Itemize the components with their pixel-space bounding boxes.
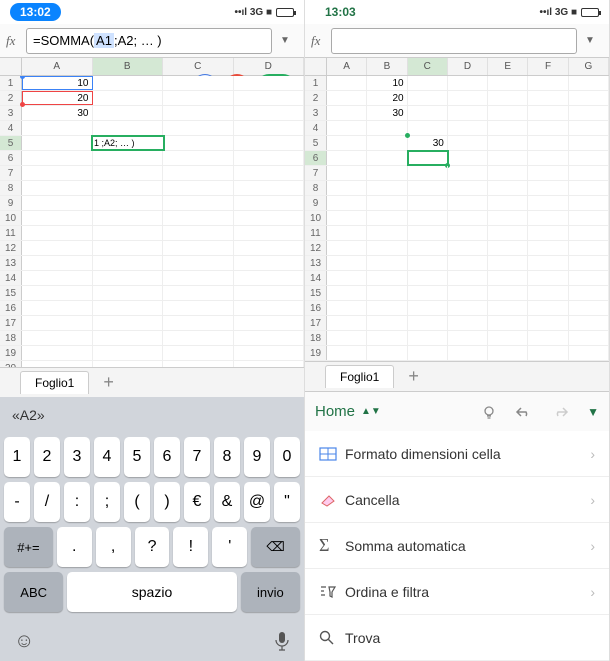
- formula-bar: fx =SOMMA(A1 ;A2; … ) ▼: [0, 24, 304, 58]
- cell-B5[interactable]: 1 ;A2; … ): [92, 136, 164, 150]
- key-abc[interactable]: ABC: [4, 572, 63, 612]
- key-lparen[interactable]: (: [124, 482, 150, 522]
- formula-input[interactable]: [331, 28, 577, 54]
- cell-C5[interactable]: 30: [408, 136, 448, 150]
- redo-button[interactable]: [551, 405, 569, 419]
- key-1[interactable]: 1: [4, 437, 30, 477]
- col-A[interactable]: A: [22, 58, 93, 75]
- col-B[interactable]: B: [93, 58, 164, 75]
- undo-button[interactable]: [515, 405, 533, 419]
- col-C[interactable]: C: [163, 58, 234, 75]
- screen-right: 13:03 ••ıl 3G ■ fx ▼ A B C D E F G 110 2…: [305, 0, 610, 661]
- ribbon-menu: Formato dimensioni cella› Cancella› Σ So…: [305, 431, 609, 661]
- status-bar: 13:02 ••ıl 3G ■: [0, 0, 304, 24]
- formula-dropdown[interactable]: ▼: [577, 35, 603, 46]
- key-6[interactable]: 6: [154, 437, 180, 477]
- cell-A3[interactable]: 30: [22, 106, 93, 120]
- ribbon-bar: Home ▲▼ ▼: [305, 391, 609, 431]
- key-apos[interactable]: ': [212, 527, 247, 567]
- key-0[interactable]: 0: [274, 437, 300, 477]
- key-period[interactable]: .: [57, 527, 92, 567]
- emoji-button[interactable]: ☺: [14, 630, 34, 653]
- key-2[interactable]: 2: [34, 437, 60, 477]
- spreadsheet-grid[interactable]: 110 220 330 4 530 6 7 8 9 10 11 12 13 14…: [305, 76, 609, 361]
- sigma-icon: Σ: [319, 535, 345, 556]
- key-amp[interactable]: &: [214, 482, 240, 522]
- formula-dropdown[interactable]: ▼: [272, 35, 298, 46]
- keyboard-bottom: ☺: [0, 621, 304, 661]
- sheet-tab[interactable]: Foglio1: [325, 365, 394, 388]
- collapse-ribbon-button[interactable]: ▼: [587, 405, 599, 419]
- status-bar: 13:03 ••ıl 3G ■: [305, 0, 609, 24]
- key-slash[interactable]: /: [34, 482, 60, 522]
- key-comma[interactable]: ,: [96, 527, 131, 567]
- key-4[interactable]: 4: [94, 437, 120, 477]
- key-8[interactable]: 8: [214, 437, 240, 477]
- sheet-tabs: Foglio1 +: [305, 361, 609, 391]
- screen-left: 13:02 ••ıl 3G ■ fx =SOMMA(A1 ;A2; … ) ▼ …: [0, 0, 305, 661]
- key-space[interactable]: spazio: [67, 572, 236, 612]
- keyboard: 1 2 3 4 5 6 7 8 9 0 - / : ; ( ) € & @ " …: [0, 433, 304, 621]
- formula-bar: fx ▼: [305, 24, 609, 58]
- add-sheet-button[interactable]: +: [89, 372, 128, 393]
- key-9[interactable]: 9: [244, 437, 270, 477]
- battery-icon: [276, 8, 294, 17]
- fx-icon: fx: [311, 33, 331, 49]
- add-sheet-button[interactable]: +: [394, 366, 433, 387]
- cell-format-icon: [319, 447, 345, 461]
- network-label: ••ıl 3G ■: [234, 7, 272, 18]
- ribbon-home-dropdown[interactable]: Home ▲▼: [315, 403, 381, 420]
- menu-sort-filter[interactable]: Ordina e filtra›: [305, 569, 609, 615]
- key-at[interactable]: @: [244, 482, 270, 522]
- menu-autosum[interactable]: Σ Somma automatica›: [305, 523, 609, 569]
- lightbulb-icon[interactable]: [481, 404, 497, 420]
- key-dash[interactable]: -: [4, 482, 30, 522]
- key-3[interactable]: 3: [64, 437, 90, 477]
- key-backspace[interactable]: ⌫: [251, 527, 300, 567]
- network-label: ••ıl 3G ■: [539, 7, 577, 18]
- key-rparen[interactable]: ): [154, 482, 180, 522]
- key-colon[interactable]: :: [64, 482, 90, 522]
- keyboard-suggestion[interactable]: «A2»: [0, 397, 304, 433]
- menu-find[interactable]: Trova: [305, 615, 609, 661]
- key-question[interactable]: ?: [135, 527, 170, 567]
- formula-input[interactable]: =SOMMA(A1 ;A2; … ): [26, 28, 272, 54]
- battery-icon: [581, 8, 599, 17]
- cell-C6[interactable]: [408, 151, 448, 165]
- key-5[interactable]: 5: [124, 437, 150, 477]
- filter-icon: [319, 585, 345, 599]
- menu-clear[interactable]: Cancella›: [305, 477, 609, 523]
- sheet-tab[interactable]: Foglio1: [20, 371, 89, 394]
- cell-A1[interactable]: 10: [22, 76, 93, 90]
- key-enter[interactable]: invio: [241, 572, 300, 612]
- key-symbols[interactable]: #+=: [4, 527, 53, 567]
- key-exclaim[interactable]: !: [173, 527, 208, 567]
- col-D[interactable]: D: [234, 58, 305, 75]
- status-time: 13:03: [315, 3, 366, 21]
- key-semicolon[interactable]: ;: [94, 482, 120, 522]
- status-time: 13:02: [10, 3, 61, 21]
- fx-icon: fx: [6, 33, 26, 49]
- key-euro[interactable]: €: [184, 482, 210, 522]
- key-quote[interactable]: ": [274, 482, 300, 522]
- key-7[interactable]: 7: [184, 437, 210, 477]
- spreadsheet-grid[interactable]: 110 220 330 4 51 ;A2; … ) 6 7 8 9 10 11 …: [0, 76, 304, 367]
- menu-cell-format[interactable]: Formato dimensioni cella›: [305, 431, 609, 477]
- cell-A2[interactable]: 20: [22, 91, 93, 105]
- eraser-icon: [319, 493, 345, 507]
- sheet-tabs: Foglio1 +: [0, 367, 304, 397]
- column-headers: A B C D E F G: [305, 58, 609, 76]
- mic-button[interactable]: [274, 631, 290, 651]
- search-icon: [319, 630, 345, 646]
